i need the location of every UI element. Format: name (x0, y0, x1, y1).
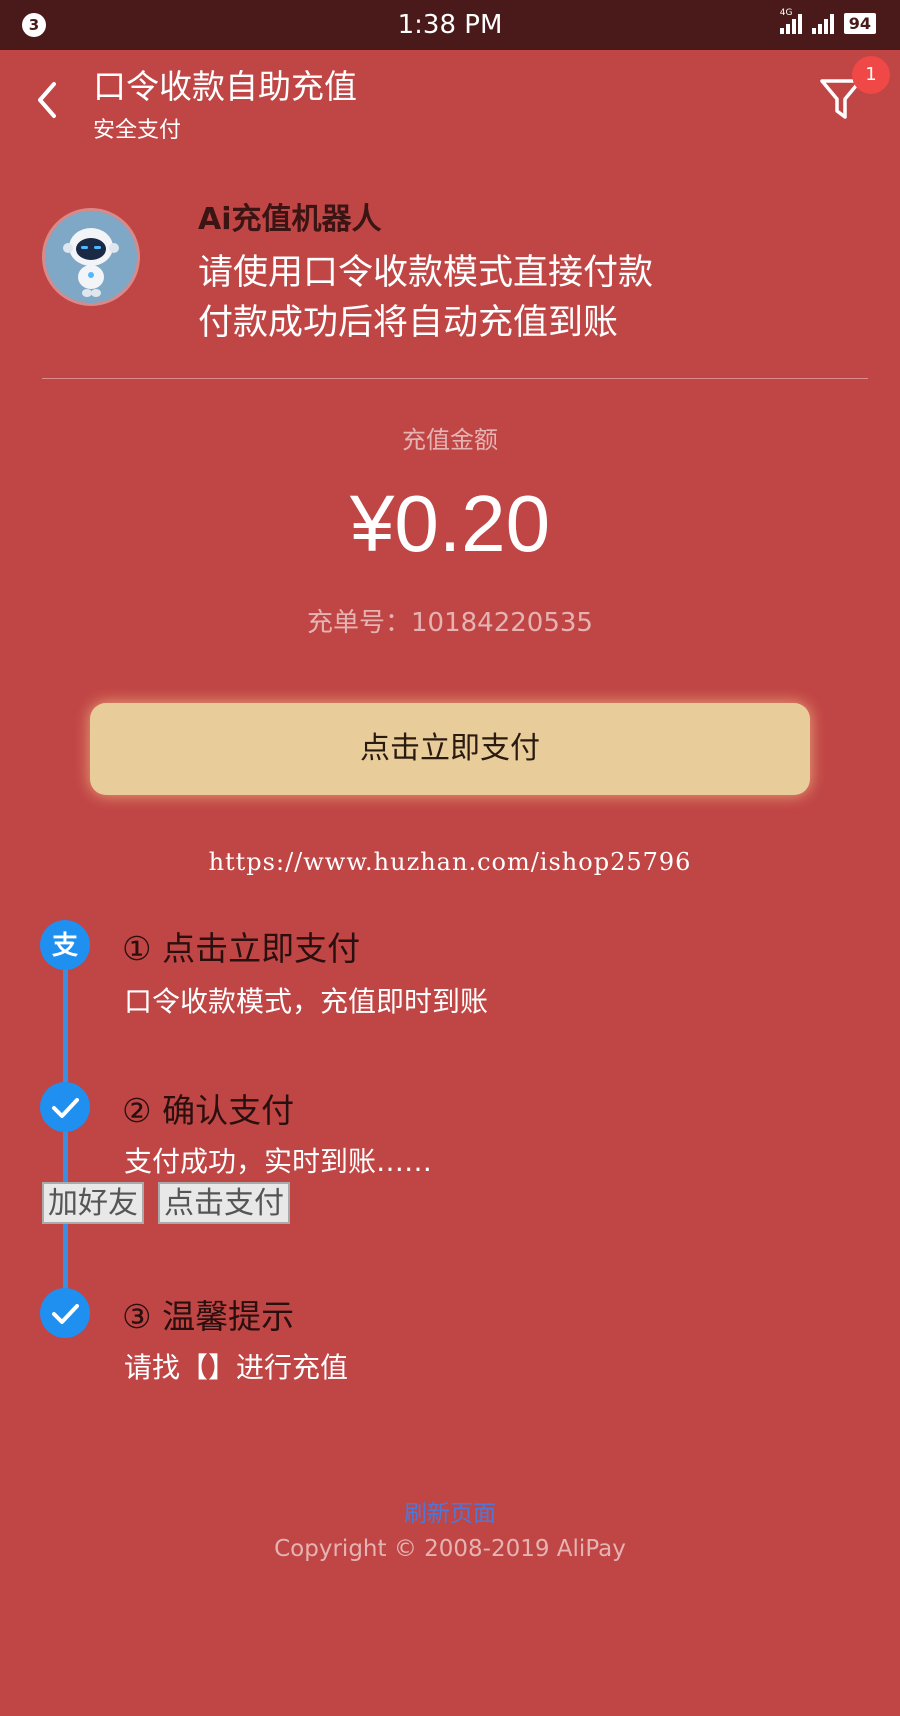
step-3-title: ③ 温馨提示 (122, 1297, 295, 1336)
chevron-left-icon (38, 82, 56, 118)
step-2-title: ② 确认支付 (122, 1091, 295, 1130)
pay-now-button[interactable]: 点击立即支付 (90, 703, 810, 795)
step-2-desc: 支付成功，实时到账…… (124, 1145, 433, 1178)
bot-message-line1: 请使用口令收款模式直接付款 (198, 253, 654, 293)
check-icon (40, 1288, 90, 1338)
step-3-desc: 请找【】进行充值 (124, 1351, 349, 1384)
battery-level: 94 (843, 12, 876, 34)
robot-icon (45, 211, 137, 303)
status-bar: 3 1:38 PM 4G 94 (0, 0, 900, 50)
amount-value: ¥0.20 (349, 479, 551, 568)
status-time: 1:38 PM (397, 10, 503, 40)
order-number: 充单号：10184220535 (307, 608, 593, 638)
divider (42, 378, 868, 379)
watermark-url: https://www.huzhan.com/ishop25796 (208, 848, 692, 876)
alipay-icon: 支 (40, 920, 90, 970)
refresh-link[interactable]: 刷新页面 (0, 1494, 900, 1528)
filter-badge: 1 (852, 56, 890, 94)
step-1-desc: 口令收款模式，充值即时到账 (124, 985, 489, 1018)
amount-label: 充值金额 (402, 426, 498, 454)
svg-text:支: 支 (52, 931, 78, 961)
back-button[interactable] (30, 78, 66, 122)
page-subtitle: 安全支付 (93, 118, 182, 143)
network-label: 4G (779, 8, 793, 18)
page-title: 口令收款自助充值 (93, 67, 357, 106)
bot-message-line2: 付款成功后将自动充值到账 (198, 303, 619, 343)
status-indicators: 4G 94 (779, 8, 876, 34)
copyright-text: Copyright © 2008-2019 AliPay (274, 1536, 626, 1562)
add-friend-button[interactable]: 加好友 (42, 1182, 144, 1224)
robot-avatar (42, 208, 140, 306)
signal-icon (811, 12, 834, 34)
bot-name: Ai充值机器人 (198, 202, 382, 237)
click-pay-button[interactable]: 点击支付 (158, 1182, 290, 1224)
step-1-title: ① 点击立即支付 (122, 929, 361, 968)
check-icon (40, 1082, 90, 1132)
signal-4g-icon: 4G (779, 8, 802, 34)
